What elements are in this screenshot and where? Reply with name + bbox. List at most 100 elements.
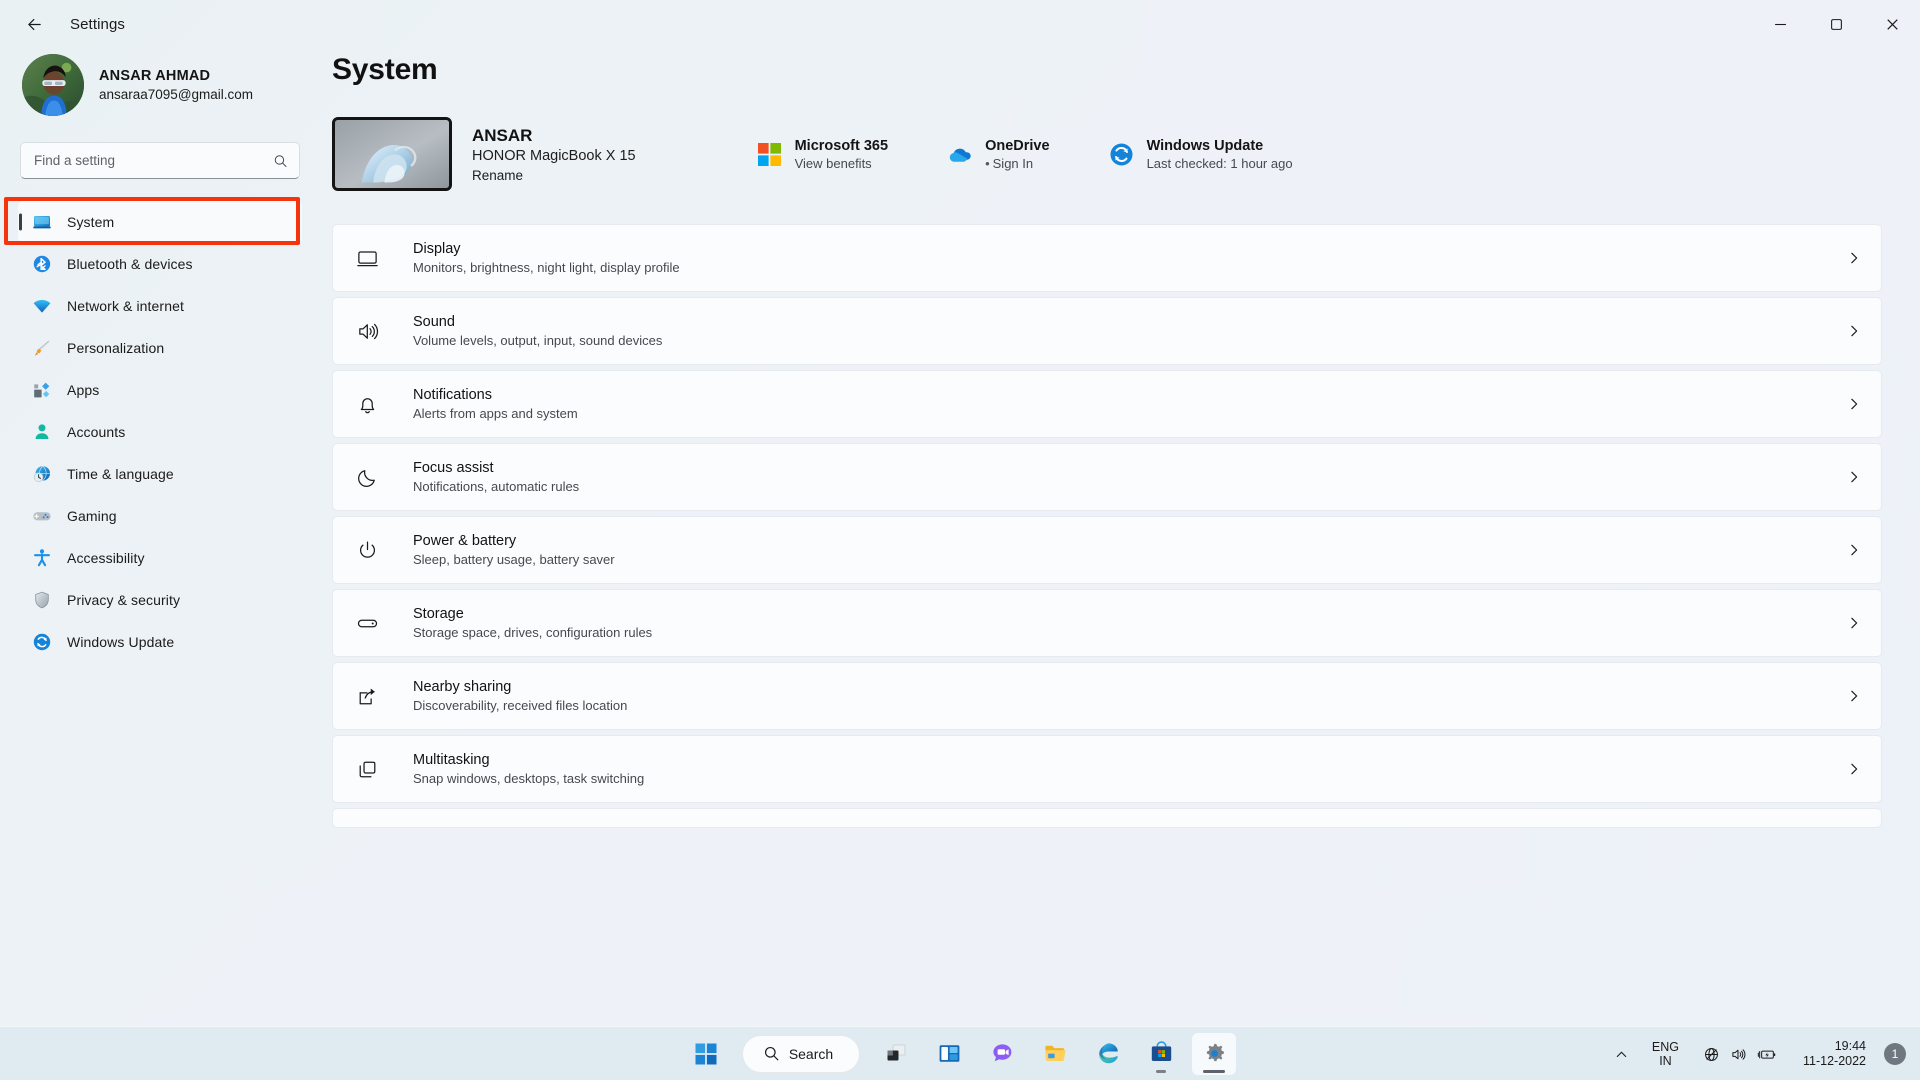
sidebar-item-personalization[interactable]: Personalization <box>18 327 302 368</box>
storage-icon <box>355 611 379 635</box>
settings-row-text: Storage Storage space, drives, configura… <box>413 606 1847 640</box>
personalization-icon <box>32 338 52 358</box>
sidebar-item-privacy-security[interactable]: Privacy & security <box>18 579 302 620</box>
settings-row-next-partial[interactable] <box>332 808 1882 828</box>
settings-row-text: Power & battery Sleep, battery usage, ba… <box>413 533 1847 567</box>
page-title: System <box>332 53 438 86</box>
chevron-right-icon <box>1851 252 1858 264</box>
chevron-right-icon <box>1851 544 1858 556</box>
taskbar-search-button[interactable]: Search <box>741 1034 861 1073</box>
quick-link-windows-update[interactable]: Windows Update Last checked: 1 hour ago <box>1108 138 1293 171</box>
sidebar-item-bluetooth-devices[interactable]: Bluetooth & devices <box>18 243 302 284</box>
sidebar-item-accessibility[interactable]: Accessibility <box>18 537 302 578</box>
search-input[interactable] <box>34 153 265 168</box>
settings-row-display[interactable]: Display Monitors, brightness, night ligh… <box>332 224 1882 292</box>
settings-row-notifications[interactable]: Notifications Alerts from apps and syste… <box>332 370 1882 438</box>
windows-update-icon <box>32 632 52 652</box>
chevron-right-icon <box>1851 690 1858 702</box>
close-icon <box>1886 18 1898 30</box>
chevron-right-icon <box>1851 398 1858 410</box>
rename-link[interactable]: Rename <box>472 168 523 183</box>
tray-expand-button[interactable] <box>1601 1048 1642 1061</box>
quick-link-subtitle: Last checked: 1 hour ago <box>1146 155 1293 171</box>
settings-row-multitasking[interactable]: Multitasking Snap windows, desktops, tas… <box>332 735 1882 803</box>
quick-link-microsoft-365[interactable]: Microsoft 365 View benefits <box>756 138 888 171</box>
sidebar-item-system[interactable]: System <box>18 201 302 242</box>
wallpaper-thumbnail <box>335 120 449 188</box>
chevron-right-icon <box>1851 617 1858 629</box>
edge-icon <box>1098 1043 1118 1064</box>
account-summary[interactable]: ANSAR AHMAD ansaraa7095@gmail.com <box>18 48 302 116</box>
quick-link-subtitle-text: Sign In <box>992 155 1034 171</box>
search-box[interactable] <box>20 142 300 179</box>
sidebar-item-apps[interactable]: Apps <box>18 369 302 410</box>
maximize-button[interactable] <box>1808 0 1864 48</box>
gaming-icon <box>32 506 52 526</box>
sidebar-item-label: Bluetooth & devices <box>67 255 193 272</box>
start-button[interactable] <box>684 1033 728 1075</box>
clock[interactable]: 19:44 11-12-2022 <box>1793 1035 1876 1073</box>
windows-update-icon <box>1108 141 1135 168</box>
sidebar-item-label: Privacy & security <box>67 591 181 608</box>
nearby-sharing-icon <box>355 684 379 708</box>
file-explorer-icon <box>1045 1045 1066 1061</box>
quick-link-text: Microsoft 365 View benefits <box>795 138 888 171</box>
close-button[interactable] <box>1864 0 1920 48</box>
accounts-icon <box>32 422 52 442</box>
settings-row-nearby-sharing[interactable]: Nearby sharing Discoverability, received… <box>332 662 1882 730</box>
multitasking-icon <box>355 757 379 781</box>
file-explorer-button[interactable] <box>1033 1033 1077 1075</box>
sidebar-item-time-language[interactable]: Time & language <box>18 453 302 494</box>
maximize-icon <box>1830 18 1842 30</box>
back-button[interactable] <box>14 8 54 40</box>
main-content: System ANSAR HONOR MagicBook X 15 Rename… <box>320 48 1920 1080</box>
accessibility-icon <box>32 548 52 568</box>
quick-link-subtitle: View benefits <box>794 155 872 171</box>
windows-start-icon <box>695 1043 717 1064</box>
microsoft-store-button[interactable] <box>1139 1033 1183 1075</box>
settings-row-storage[interactable]: Storage Storage space, drives, configura… <box>332 589 1882 657</box>
widgets-button[interactable] <box>927 1033 971 1075</box>
taskbar-search-label: Search <box>788 1045 834 1062</box>
sidebar-item-label: Windows Update <box>67 633 175 650</box>
clock-time: 19:44 <box>1834 1039 1866 1053</box>
sidebar-item-windows-update[interactable]: Windows Update <box>18 621 302 662</box>
settings-row-focus-assist[interactable]: Focus assist Notifications, automatic ru… <box>332 443 1882 511</box>
settings-taskbar-button[interactable] <box>1192 1032 1237 1075</box>
chat-button[interactable] <box>980 1033 1024 1075</box>
notification-badge[interactable]: 1 <box>1884 1043 1906 1065</box>
settings-row-subtitle: Snap windows, desktops, task switching <box>413 771 645 786</box>
microsoft-edge-button[interactable] <box>1086 1033 1130 1075</box>
display-icon <box>355 246 379 270</box>
settings-row-power-battery[interactable]: Power & battery Sleep, battery usage, ba… <box>332 516 1882 584</box>
settings-row-sound[interactable]: Sound Volume levels, output, input, soun… <box>332 297 1882 365</box>
quick-link-subtitle: • Sign In <box>985 156 1049 171</box>
chevron-right-icon <box>1851 471 1858 483</box>
language-indicator[interactable]: ENG IN <box>1642 1036 1689 1072</box>
sidebar-item-network-internet[interactable]: Network & internet <box>18 285 302 326</box>
settings-row-title: Power & battery <box>413 533 517 549</box>
settings-window: Settings ANSAR AHMAD ansaraa7095@gmail.c… <box>0 0 1920 1080</box>
settings-row-subtitle: Notifications, automatic rules <box>413 479 580 494</box>
settings-gear-icon <box>1206 1043 1224 1062</box>
minimize-button[interactable] <box>1752 0 1808 48</box>
app-title: Settings <box>70 15 125 33</box>
sidebar-item-label: System <box>67 213 115 230</box>
settings-row-text: Multitasking Snap windows, desktops, tas… <box>413 752 1847 786</box>
quick-link-onedrive[interactable]: OneDrive • Sign In <box>946 137 1050 171</box>
settings-row-title: Storage <box>413 606 464 622</box>
user-avatar <box>22 54 84 116</box>
sidebar-item-gaming[interactable]: Gaming <box>18 495 302 536</box>
quick-link-title: Microsoft 365 <box>794 137 889 154</box>
system-icon <box>32 212 52 232</box>
quick-link-title: OneDrive <box>985 137 1050 154</box>
account-text: ANSAR AHMAD ansaraa7095@gmail.com <box>99 68 253 102</box>
chevron-right-icon <box>1851 763 1858 775</box>
microsoft-365-icon <box>756 141 783 168</box>
title-bar: Settings <box>0 0 1920 48</box>
quick-settings-button[interactable] <box>1693 1040 1787 1069</box>
sidebar-item-accounts[interactable]: Accounts <box>18 411 302 452</box>
task-view-button[interactable] <box>874 1033 918 1075</box>
settings-row-subtitle: Sleep, battery usage, battery saver <box>413 552 615 567</box>
sidebar-item-label: Network & internet <box>67 297 184 314</box>
